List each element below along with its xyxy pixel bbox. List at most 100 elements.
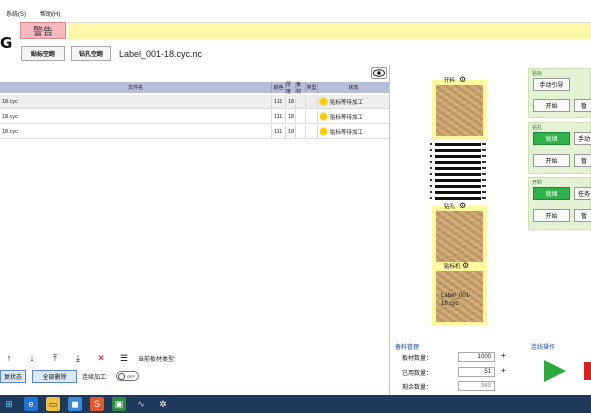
cutting-station: 开料 ⚙ (432, 75, 487, 140)
row-status: 贴标等待加工 (318, 95, 389, 108)
labeling-station: 贴标机 ⚙ Label_001-18.cyc (432, 261, 487, 326)
play-icon[interactable] (544, 360, 566, 382)
app-logo: G (0, 34, 13, 52)
move-bottom-icon[interactable]: ⤓ (73, 353, 83, 363)
cut-control-group: 开料 就绪 任务 开始 暂 (528, 177, 591, 230)
cut-pause-button[interactable]: 暂 (574, 209, 591, 222)
plus-icon[interactable]: + (501, 351, 506, 360)
stock-title: 备料管理 (395, 345, 420, 351)
drill-control-group: 钻孔 就绪 手动 开始 暂 (528, 122, 591, 174)
col-material: 板材 (296, 82, 306, 95)
taskbar: ⊞ e ▭ ◼ S ▣ ∿ ✲ (0, 395, 591, 413)
row-status-text: 贴标等待加工 (330, 99, 364, 106)
cutting-station-label: 开料 (444, 78, 456, 84)
warning-bar (68, 22, 591, 39)
row-color: 111 (272, 95, 286, 108)
remaining-count-input: 949 (458, 381, 495, 391)
reset-status-button[interactable]: 复状态 (0, 370, 26, 383)
row-status-text: 贴标等待加工 (330, 129, 364, 136)
drilling-station: 钻孔 ⚙ (432, 201, 487, 266)
connection-title: 连线操作 (531, 345, 556, 351)
plate-type-label: 当前板材类型: (138, 357, 176, 363)
conveyor (432, 143, 484, 203)
drill-pause-button[interactable]: 暂 (574, 154, 591, 167)
stock-count-input[interactable]: 1000 (458, 352, 495, 362)
row-material (296, 95, 306, 108)
continuous-toggle[interactable]: OFF (116, 371, 139, 381)
row-filename: 18.cyc (0, 125, 272, 138)
labeling-station-label: 贴标机 (444, 264, 461, 270)
gear-icon[interactable]: ⚙ (459, 201, 466, 210)
conveyor-rail (482, 143, 486, 203)
windows-icon[interactable]: ⊞ (2, 397, 16, 411)
move-top-icon[interactable]: ⤒ (50, 353, 60, 363)
label-start-button[interactable]: 开始 (533, 99, 570, 112)
label-pause-button[interactable]: 暂 (574, 99, 591, 112)
remaining-count-label: 剩余数量： (402, 385, 433, 391)
toggle-knob (118, 372, 125, 380)
label-group-title: 贴标 (532, 71, 543, 77)
plus-icon[interactable]: + (501, 366, 506, 375)
labeling-station-file: Label_001-18.cyc (441, 293, 472, 307)
stop-icon[interactable] (584, 362, 591, 380)
current-filename: Label_001-18.cyc.nc (119, 49, 203, 59)
row-material (296, 125, 306, 138)
drill-dry-run-button[interactable]: 钻孔空跑 (71, 46, 111, 61)
move-up-icon[interactable]: ↑ (4, 353, 14, 363)
row-status: 贴标等待加工 (318, 110, 389, 123)
app-green-icon[interactable]: ▣ (112, 397, 126, 411)
delete-all-button[interactable]: 全部删除 (32, 370, 77, 383)
wood-panel (436, 211, 483, 262)
row-type (306, 125, 318, 138)
label-control-group: 贴标 手动引导 开始 暂 (528, 68, 591, 118)
row-type (306, 95, 318, 108)
delete-icon[interactable]: ✕ (96, 353, 106, 363)
cut-task-button[interactable]: 任务 (574, 187, 591, 200)
folder-icon[interactable]: ▭ (46, 397, 60, 411)
settings-icon[interactable]: ✲ (156, 397, 170, 411)
col-status: 状态 (348, 85, 359, 91)
manual-guide-button[interactable]: 手动引导 (533, 78, 570, 91)
toggle-state: OFF (127, 373, 135, 379)
browser-icon[interactable]: e (24, 397, 38, 411)
app-s-icon[interactable]: S (90, 397, 104, 411)
app-window: { "menu": { "items": ["系统(S)", "帮助(H)"] … (0, 0, 591, 413)
drill-start-button[interactable]: 开始 (533, 154, 570, 167)
cut-group-title: 开料 (532, 180, 543, 186)
drill-group-title: 钻孔 (532, 125, 543, 131)
row-thickness: 18 (286, 95, 296, 108)
list-icon[interactable]: ☰ (119, 353, 129, 363)
cut-ready-button[interactable]: 就绪 (533, 187, 570, 200)
menu-system[interactable]: 系统(S) (6, 9, 26, 18)
cut-start-button[interactable]: 开始 (533, 209, 570, 222)
row-color: 111 (272, 125, 286, 138)
wood-panel (436, 85, 483, 136)
row-thickness: 18 (286, 125, 296, 138)
row-material (296, 110, 306, 123)
col-filename: 文件名 (0, 82, 272, 93)
store-icon[interactable]: ◼ (68, 397, 82, 411)
chart-icon[interactable]: ∿ (134, 397, 148, 411)
row-type (306, 110, 318, 123)
col-type: 类型 (306, 82, 318, 93)
drill-ready-button[interactable]: 就绪 (533, 132, 570, 145)
row-filename: 18.cyc (0, 95, 272, 108)
sun-icon (320, 98, 327, 105)
gear-icon[interactable]: ⚙ (459, 75, 466, 84)
col-thickness: 厚度 (286, 82, 296, 95)
continuous-label: 连续加工: (82, 375, 108, 381)
table-row[interactable]: 18.cyc 111 18 贴标等待加工 (0, 125, 389, 139)
col-color: 颜色 (272, 82, 286, 93)
table-row[interactable]: 18.cyc 111 18 贴标等待加工 (0, 95, 389, 109)
stock-count-label: 板材数量： (402, 356, 433, 362)
menu-help[interactable]: 帮助(H) (40, 9, 60, 18)
drilling-station-label: 钻孔 (444, 204, 456, 210)
eye-icon[interactable] (371, 67, 387, 79)
used-count-input[interactable]: 51 (458, 367, 495, 377)
drill-manual-button[interactable]: 手动 (574, 132, 591, 145)
table-row[interactable]: 18.cyc 111 18 贴标等待加工 (0, 110, 389, 124)
label-dry-run-button[interactable]: 贴标空跑 (21, 46, 65, 61)
row-filename: 18.cyc (0, 110, 272, 123)
move-down-icon[interactable]: ↓ (27, 353, 37, 363)
gear-icon[interactable]: ⚙ (462, 261, 469, 270)
